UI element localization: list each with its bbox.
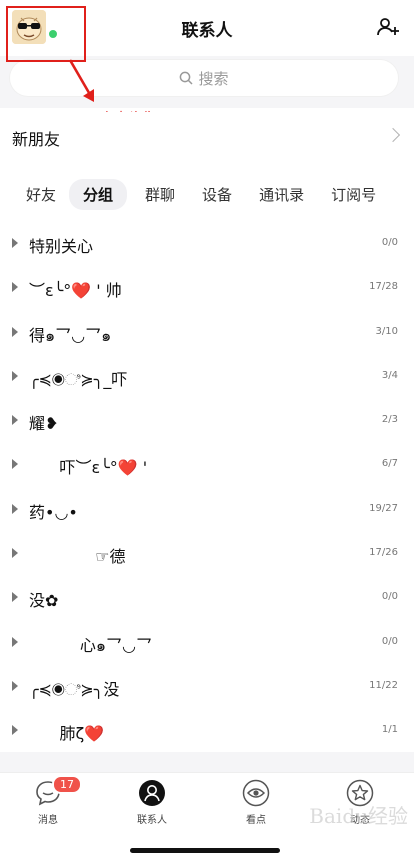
expand-triangle-icon xyxy=(12,725,18,736)
group-name: 没✿ xyxy=(29,591,59,611)
add-contact-icon[interactable] xyxy=(376,15,400,39)
eye-icon xyxy=(242,779,270,807)
expand-triangle-icon xyxy=(12,548,18,559)
group-row[interactable]: 没✿ 0/0 xyxy=(0,576,414,620)
group-count: 17/26 xyxy=(369,547,398,559)
group-count: 0/0 xyxy=(381,237,398,248)
group-count: 1/1 xyxy=(381,724,398,736)
unread-badge: 17 xyxy=(52,775,82,794)
expand-triangle-icon xyxy=(12,459,18,470)
group-row[interactable]: 耀❥ 2/3 xyxy=(0,399,414,443)
tab-friends[interactable]: 好友 xyxy=(26,184,56,205)
expand-triangle-icon xyxy=(12,415,18,426)
expand-triangle-icon xyxy=(12,592,18,603)
group-count: 3/4 xyxy=(381,369,398,381)
group-count: 3/10 xyxy=(375,325,398,337)
group-row[interactable]: 药•◡• 19/27 xyxy=(0,488,414,532)
tabbar-contacts[interactable]: 联系人 xyxy=(122,779,182,826)
tab-subscriptions[interactable]: 订阅号 xyxy=(331,184,376,205)
chevron-right-icon xyxy=(385,127,401,143)
group-name: ╭≼◉ಿ≽╮没 xyxy=(29,679,120,699)
search-icon xyxy=(180,71,194,85)
group-row[interactable]: ╭≼◉ಿ≽╮_吓 3/4 xyxy=(0,355,414,399)
tabbar-messages[interactable]: 17 消息 xyxy=(18,775,82,826)
group-row[interactable]: 心๑乛◡乛 0/0 xyxy=(0,621,414,665)
new-friends-row[interactable]: 新朋友 xyxy=(0,112,414,164)
group-name: 肺ζ❤️ xyxy=(29,724,105,744)
tabbar-label: 联系人 xyxy=(137,815,167,826)
expand-triangle-icon xyxy=(12,238,18,248)
group-name: 得๑乛◡乛๑ xyxy=(29,325,112,345)
group-name: ☞德 xyxy=(29,547,126,567)
home-indicator[interactable] xyxy=(130,848,280,853)
group-count: 11/22 xyxy=(369,679,398,691)
group-row[interactable]: 肺ζ❤️ 1/1 xyxy=(0,709,414,753)
tab-address-book[interactable]: 通讯录 xyxy=(259,184,304,205)
expand-triangle-icon xyxy=(12,503,18,514)
expand-triangle-icon xyxy=(12,636,18,647)
annotation-arrow-icon xyxy=(68,59,94,102)
group-name: 耀❥ xyxy=(29,414,59,434)
contact-tabs: 好友 分组 群聊 设备 通讯录 订阅号 xyxy=(0,176,414,212)
group-count: 17/28 xyxy=(369,281,398,293)
tabbar-label: 消息 xyxy=(38,815,58,826)
group-name: ╭≼◉ಿ≽╮_吓 xyxy=(29,369,128,389)
expand-triangle-icon xyxy=(12,282,18,293)
group-row[interactable]: 得๑乛◡乛๑ 3/10 xyxy=(0,311,414,355)
expand-triangle-icon xyxy=(12,370,18,381)
group-name: 药•◡• xyxy=(29,502,78,522)
tabbar-discover[interactable]: 看点 xyxy=(226,779,286,826)
group-name: ︶ε╰°❤️ ' 帅 xyxy=(29,281,122,301)
search-placeholder: 搜索 xyxy=(198,69,229,88)
group-list: 特别关心 0/0 ︶ε╰°❤️ ' 帅 17/28 得๑乛◡乛๑ 3/10 ╭≼… xyxy=(0,222,414,754)
expand-triangle-icon xyxy=(12,680,18,691)
new-friends-label: 新朋友 xyxy=(12,130,61,149)
tab-groups[interactable]: 分组 xyxy=(69,178,128,210)
list-footer-band xyxy=(0,752,414,772)
group-row[interactable]: ☞德 17/26 xyxy=(0,532,414,576)
group-row[interactable]: 特别关心 0/0 xyxy=(0,222,414,266)
group-row[interactable]: 吓︶ε╰°❤️ ' 6/7 xyxy=(0,443,414,487)
group-count: 19/27 xyxy=(369,502,398,514)
group-name: 吓︶ε╰°❤️ ' xyxy=(29,458,148,478)
group-count: 6/7 xyxy=(381,458,398,470)
contacts-person-icon xyxy=(139,780,165,806)
annotation-highlight-box xyxy=(6,6,86,62)
tab-group-chats[interactable]: 群聊 xyxy=(145,184,175,205)
group-row[interactable]: ︶ε╰°❤️ ' 帅 17/28 xyxy=(0,266,414,310)
group-name: 心๑乛◡乛 xyxy=(29,635,152,655)
tab-devices[interactable]: 设备 xyxy=(202,184,232,205)
watermark-text: Baidu经验 xyxy=(309,804,408,828)
expand-triangle-icon xyxy=(12,326,18,337)
tabbar-label: 看点 xyxy=(246,815,266,826)
group-name: 特别关心 xyxy=(29,237,94,256)
group-row[interactable]: ╭≼◉ಿ≽╮没 11/22 xyxy=(0,665,414,709)
group-count: 2/3 xyxy=(381,414,398,426)
group-count: 0/0 xyxy=(381,591,398,603)
group-count: 0/0 xyxy=(381,635,398,647)
